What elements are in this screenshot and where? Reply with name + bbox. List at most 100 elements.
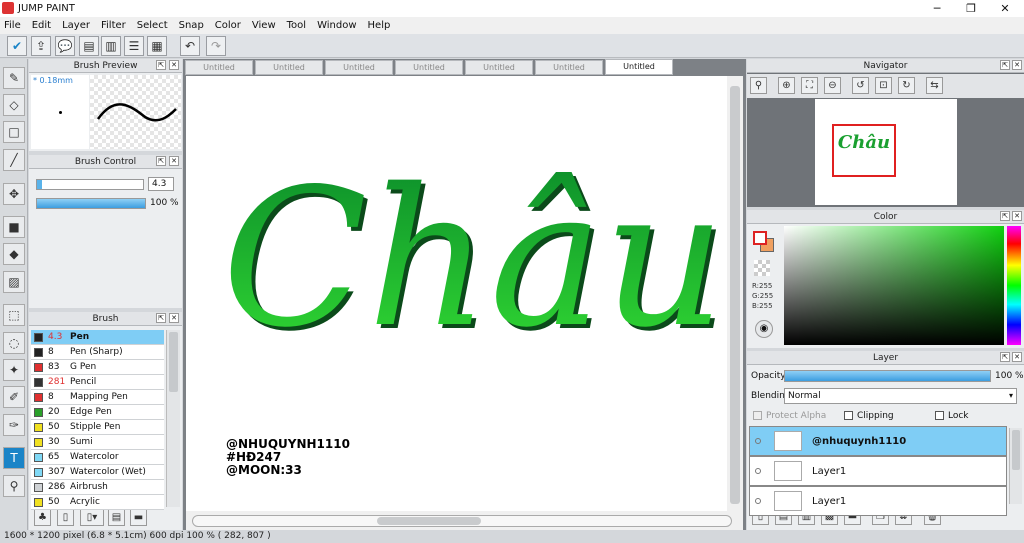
float-icon[interactable]: ⇱ <box>156 60 166 70</box>
zoom-fit-icon[interactable]: ⚲ <box>750 77 767 94</box>
brush-item[interactable]: 50 Stipple Pen <box>31 420 164 435</box>
layer-scrollbar[interactable] <box>1009 428 1022 504</box>
rotate-left-icon[interactable]: ↺ <box>852 77 869 94</box>
visibility-icon[interactable] <box>755 468 761 474</box>
close-panel-icon[interactable]: ✕ <box>169 60 179 70</box>
brush-menu-icon[interactable]: ▯▾ <box>80 509 104 526</box>
foreground-color-swatch[interactable] <box>753 231 767 245</box>
float-icon[interactable]: ⇱ <box>1000 211 1010 221</box>
settings-list-icon[interactable]: ▦ <box>147 36 167 56</box>
menu-file[interactable]: File <box>4 20 21 31</box>
zoom-actual-icon[interactable]: ⛶ <box>801 77 818 94</box>
document-tab[interactable]: Untitled <box>255 60 323 75</box>
visibility-icon[interactable] <box>755 498 761 504</box>
select-pen-tool-icon[interactable]: ✐ <box>3 386 25 408</box>
menu-filter[interactable]: Filter <box>101 20 126 31</box>
menu-window[interactable]: Window <box>317 20 356 31</box>
menu-tool[interactable]: Tool <box>287 20 306 31</box>
float-icon[interactable]: ⇱ <box>156 313 166 323</box>
vertical-scroll-thumb[interactable] <box>730 86 740 504</box>
text-tool-icon[interactable]: T <box>3 447 25 469</box>
brush-folder-icon[interactable]: ▬ <box>130 509 147 526</box>
zoom-out-icon[interactable]: ⊖ <box>824 77 841 94</box>
hue-slider[interactable] <box>1007 226 1021 345</box>
eyedropper-tool-icon[interactable]: ⚲ <box>3 475 25 497</box>
brush-item[interactable]: 4.3 Pen <box>31 330 164 345</box>
close-panel-icon[interactable]: ✕ <box>169 156 179 166</box>
select-eraser-tool-icon[interactable]: ✑ <box>3 414 25 436</box>
brush-tree-icon[interactable]: ♣ <box>34 509 51 526</box>
document-tab[interactable]: Untitled <box>395 60 463 75</box>
brush-opacity-slider[interactable] <box>36 198 146 209</box>
menu-view[interactable]: View <box>252 20 276 31</box>
zoom-in-icon[interactable]: ⊕ <box>778 77 795 94</box>
vertical-scrollbar[interactable] <box>727 76 743 511</box>
brush-copy-icon[interactable]: ▤ <box>108 509 125 526</box>
color-picker-field[interactable] <box>784 226 1004 345</box>
sync-icon[interactable]: ✔ <box>7 36 27 56</box>
blending-select[interactable]: Normal ▾ <box>784 388 1017 404</box>
visibility-icon[interactable] <box>755 438 761 444</box>
brush-tool-icon[interactable]: ✎ <box>3 67 25 89</box>
eraser-tool-icon[interactable]: ◇ <box>3 94 25 116</box>
layer-row[interactable]: @nhuquynh1110 <box>749 426 1007 456</box>
rectangle-tool-icon[interactable]: □ <box>3 121 25 143</box>
magic-wand-tool-icon[interactable]: ✦ <box>3 359 25 381</box>
horizontal-scrollbar[interactable] <box>186 511 743 530</box>
layer-row[interactable]: Layer1 <box>749 456 1007 486</box>
document-tab[interactable]: Untitled <box>535 60 603 75</box>
brush-item[interactable]: 307 Watercolor (Wet) <box>31 465 164 480</box>
brush-item[interactable]: 50 Acrylic <box>31 495 164 510</box>
document-tab[interactable]: Untitled <box>605 59 673 75</box>
transparent-color-swatch[interactable] <box>754 260 770 276</box>
float-icon[interactable]: ⇱ <box>1000 60 1010 70</box>
layer-row[interactable]: Layer1 <box>749 486 1007 516</box>
menu-select[interactable]: Select <box>137 20 168 31</box>
bucket-tool-icon[interactable]: ◆ <box>3 243 25 265</box>
palette-icon[interactable]: ◉ <box>755 320 773 338</box>
brush-item[interactable]: 8 Pen (Sharp) <box>31 345 164 360</box>
new-brush-icon[interactable]: ▯ <box>57 509 74 526</box>
rotate-right-icon[interactable]: ↻ <box>898 77 915 94</box>
menu-layer[interactable]: Layer <box>62 20 90 31</box>
brush-item[interactable]: 83 G Pen <box>31 360 164 375</box>
brush-scroll-thumb[interactable] <box>169 332 178 392</box>
float-icon[interactable]: ⇱ <box>1000 352 1010 362</box>
clipping-checkbox[interactable] <box>844 411 853 420</box>
close-button[interactable]: ✕ <box>988 0 1022 17</box>
menu-edit[interactable]: Edit <box>32 20 51 31</box>
fill-rect-tool-icon[interactable]: ■ <box>3 216 25 238</box>
document-tab[interactable]: Untitled <box>185 60 253 75</box>
protect-alpha-checkbox[interactable] <box>753 411 762 420</box>
export-icon[interactable]: ⇪ <box>31 36 51 56</box>
brush-item[interactable]: 65 Watercolor <box>31 450 164 465</box>
navigator-view-rect[interactable]: Châu <box>832 124 896 177</box>
list-icon[interactable]: ☰ <box>124 36 144 56</box>
rotate-reset-icon[interactable]: ⊡ <box>875 77 892 94</box>
menu-color[interactable]: Color <box>215 20 241 31</box>
document-tab[interactable]: Untitled <box>465 60 533 75</box>
drawing-canvas[interactable]: Châu Châu @NHUQUYNH1110 #HĐ247 @MOON:33 <box>186 76 727 511</box>
menu-snap[interactable]: Snap <box>179 20 204 31</box>
message-icon[interactable]: ▤ <box>79 36 99 56</box>
minimize-button[interactable]: ─ <box>920 0 954 17</box>
gradient-tool-icon[interactable]: ▨ <box>3 271 25 293</box>
brush-item[interactable]: 8 Mapping Pen <box>31 390 164 405</box>
line-tool-icon[interactable]: ╱ <box>3 149 25 171</box>
redo-icon[interactable]: ↷ <box>206 36 226 56</box>
document-icon[interactable]: ▥ <box>101 36 121 56</box>
close-panel-icon[interactable]: ✕ <box>1012 60 1022 70</box>
comment-icon[interactable]: 💬 <box>55 36 75 56</box>
brush-item[interactable]: 281 Pencil <box>31 375 164 390</box>
flip-icon[interactable]: ⇆ <box>926 77 943 94</box>
brush-item[interactable]: 30 Sumi <box>31 435 164 450</box>
layer-opacity-slider[interactable] <box>784 370 991 382</box>
float-icon[interactable]: ⇱ <box>156 156 166 166</box>
close-panel-icon[interactable]: ✕ <box>169 313 179 323</box>
lock-checkbox[interactable] <box>935 411 944 420</box>
layer-scroll-thumb[interactable] <box>1012 430 1020 470</box>
navigator-thumbnail[interactable]: Châu <box>815 99 957 205</box>
close-panel-icon[interactable]: ✕ <box>1012 352 1022 362</box>
move-tool-icon[interactable]: ✥ <box>3 183 25 205</box>
brush-item[interactable]: 20 Edge Pen <box>31 405 164 420</box>
